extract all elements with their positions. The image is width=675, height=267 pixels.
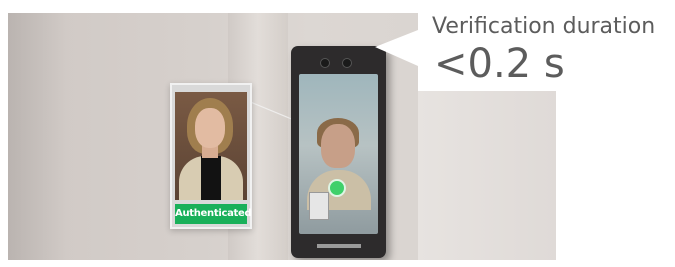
id-thumbnail [309, 192, 329, 220]
camera-icon [320, 58, 330, 68]
face-recognition-terminal [291, 46, 386, 258]
authentication-card: Authenticated [170, 83, 252, 229]
camera-icon [342, 58, 352, 68]
face-preview [321, 124, 355, 168]
authenticated-label: Authenticated [175, 204, 252, 224]
callout-value: <0.2 s [434, 41, 565, 87]
callout-title: Verification duration [432, 14, 656, 39]
person-photo [175, 92, 247, 200]
terminal-screen [299, 74, 378, 234]
verified-indicator-icon [328, 179, 346, 197]
person-face [195, 108, 225, 148]
verification-callout: Verification duration <0.2 s [418, 10, 675, 91]
product-photo-scene: Authenticated Verification duration <0.2… [0, 0, 675, 267]
brand-logo [317, 244, 361, 248]
person-top [201, 156, 221, 200]
